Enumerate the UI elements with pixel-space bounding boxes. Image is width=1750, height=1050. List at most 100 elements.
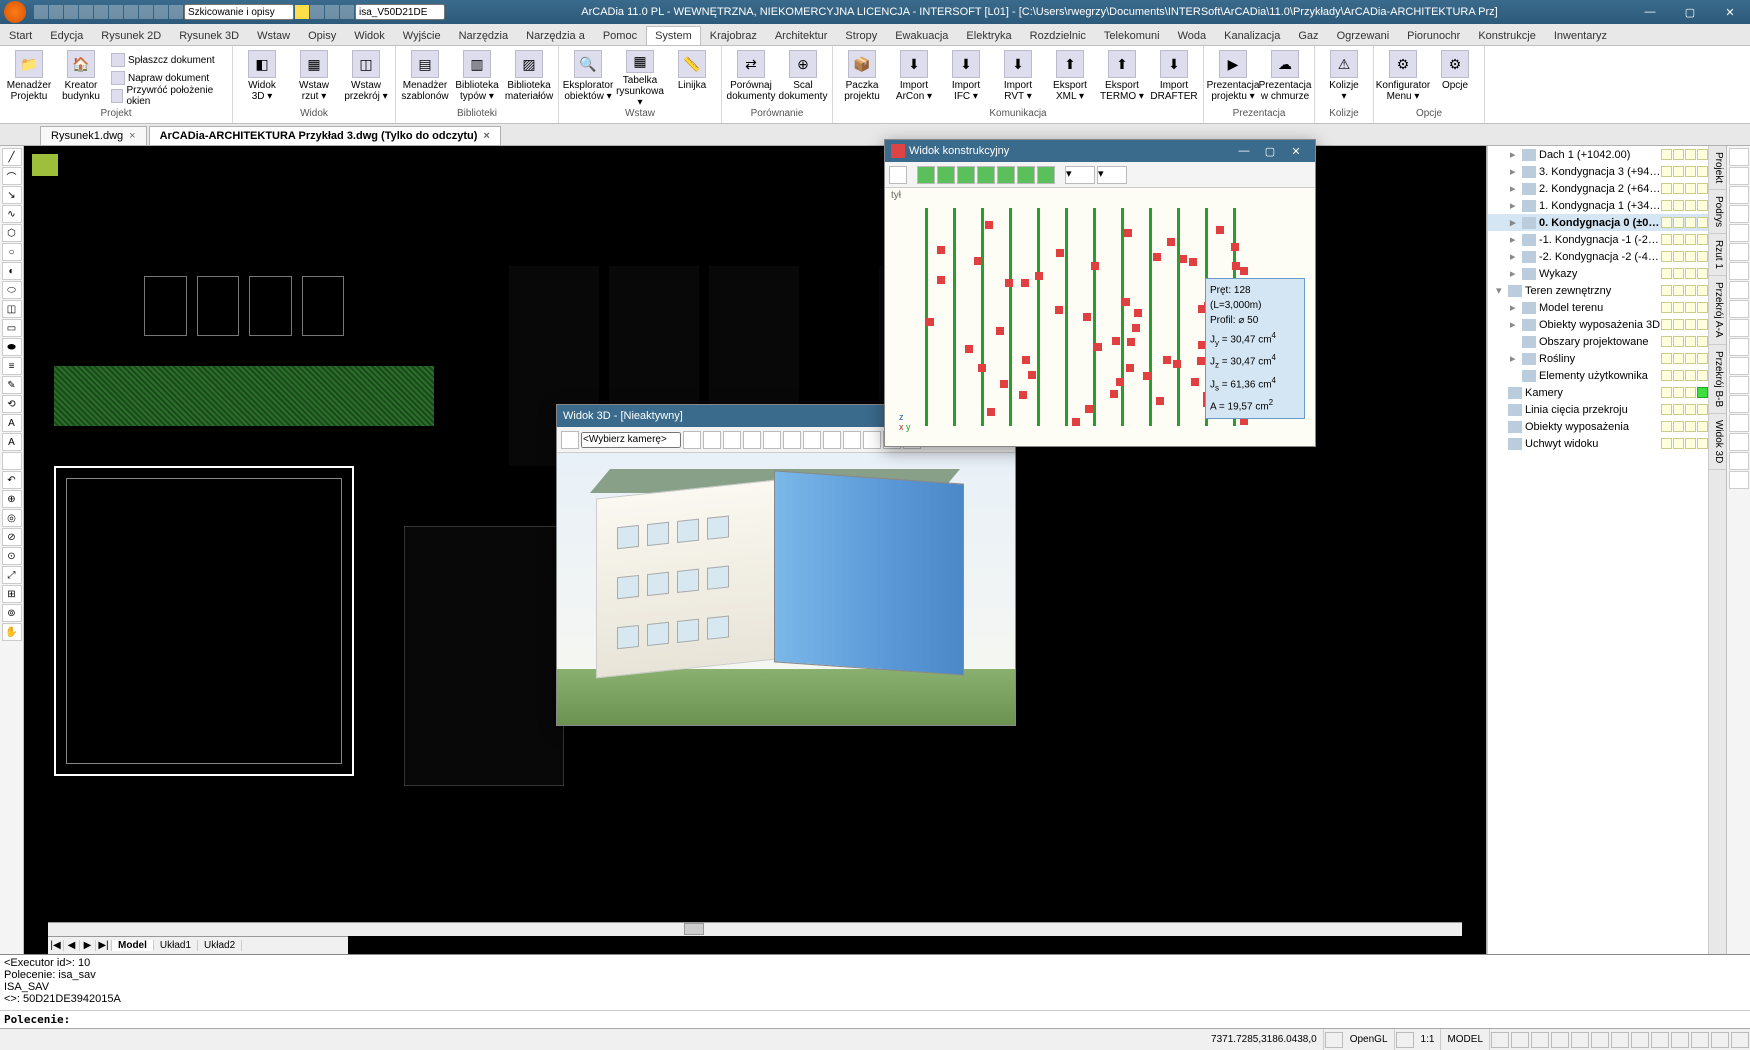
ribbon-btn-prezentacja[interactable]: ▶Prezentacjaprojektu ▾ [1208, 48, 1258, 108]
snap-tool-17[interactable] [1729, 471, 1749, 489]
bulb-icon[interactable] [1661, 217, 1672, 228]
lock-icon[interactable] [1685, 200, 1696, 211]
menu-tab-stropy[interactable]: Stropy [836, 26, 886, 45]
struct-view-front-icon[interactable] [937, 166, 955, 184]
tree-row[interactable]: Uchwyt widoku [1488, 435, 1708, 452]
freeze-icon[interactable] [1673, 404, 1684, 415]
draw-tool-20[interactable]: ⊘ [2, 528, 22, 546]
draw-tool-9[interactable]: ▭ [2, 319, 22, 337]
ribbon-btn-widok[interactable]: ◧Widok3D ▾ [237, 48, 287, 108]
freeze-icon[interactable] [1673, 285, 1684, 296]
horizontal-scrollbar[interactable] [48, 922, 1462, 936]
side-tab-widok-3d[interactable]: Widok 3D [1709, 414, 1726, 470]
tree-expand-icon[interactable]: ▸ [1510, 216, 1522, 229]
ribbon-btn-kolizje[interactable]: ⚠Kolizje▾ [1319, 48, 1369, 108]
freeze-icon[interactable] [1673, 370, 1684, 381]
tree-row[interactable]: ▸Dach 1 (+1042.00) [1488, 146, 1708, 163]
draw-tool-3[interactable]: ∿ [2, 205, 22, 223]
scrollbar-thumb[interactable] [684, 923, 704, 935]
lock-icon[interactable] [1685, 319, 1696, 330]
color-swatch[interactable] [1697, 387, 1708, 398]
snap-tool-3[interactable] [1729, 205, 1749, 223]
lock-icon[interactable] [1685, 251, 1696, 262]
tree-row[interactable]: ▾Teren zewnętrzny [1488, 282, 1708, 299]
menu-tab-edycja[interactable]: Edycja [41, 26, 92, 45]
bulb-icon[interactable] [1661, 268, 1672, 279]
draw-tool-13[interactable]: ⟲ [2, 395, 22, 413]
tree-expand-icon[interactable]: ▸ [1510, 165, 1522, 178]
lock-icon[interactable] [1685, 217, 1696, 228]
sb-scale-icon[interactable] [1396, 1032, 1414, 1048]
otrack-btn[interactable] [1591, 1032, 1609, 1048]
snap-tool-14[interactable] [1729, 414, 1749, 432]
draw-tool-8[interactable]: ◫ [2, 300, 22, 318]
maximize-button[interactable]: ▢ [1670, 0, 1710, 24]
qa-undo-icon[interactable] [94, 5, 108, 19]
draw-tool-0[interactable]: ╱ [2, 148, 22, 166]
freeze-icon[interactable] [1673, 302, 1684, 313]
lock-icon[interactable] [1685, 166, 1696, 177]
freeze-icon[interactable] [1673, 234, 1684, 245]
struct-view-iso4-icon[interactable] [1037, 166, 1055, 184]
snap-tool-12[interactable] [1729, 376, 1749, 394]
color-swatch[interactable] [1697, 234, 1708, 245]
bulb-icon[interactable] [1661, 149, 1672, 160]
layout-tab-układ2[interactable]: Układ2 [198, 940, 242, 951]
layout-nav-btn[interactable]: ▶ [80, 940, 96, 951]
v3d-btn-9[interactable] [843, 431, 861, 449]
sb-btn-12[interactable] [1711, 1032, 1729, 1048]
snap-tool-8[interactable] [1729, 300, 1749, 318]
command-input[interactable] [74, 1013, 1750, 1026]
bulb-icon[interactable] [1661, 421, 1672, 432]
ribbon-btn-import[interactable]: ⬇ImportIFC ▾ [941, 48, 991, 108]
struct-btn-1[interactable] [889, 166, 907, 184]
color-swatch[interactable] [1697, 183, 1708, 194]
menu-tab-rysunek-3d[interactable]: Rysunek 3D [170, 26, 248, 45]
draw-tool-16[interactable] [2, 452, 22, 470]
side-tab-przekrój-b-b[interactable]: Przekrój B-B [1709, 345, 1726, 414]
view-3d-viewport[interactable] [557, 453, 1015, 725]
tree-expand-icon[interactable]: ▾ [1496, 284, 1508, 297]
sb-btn-8[interactable] [1631, 1032, 1649, 1048]
color-swatch[interactable] [1697, 319, 1708, 330]
ribbon-btn-eksplorator[interactable]: 🔍Eksploratorobiektów ▾ [563, 48, 613, 108]
ribbon-btn-linijka[interactable]: 📏Linijka [667, 48, 717, 108]
lock-icon[interactable] [1685, 336, 1696, 347]
layout-nav-btn[interactable]: |◀ [48, 940, 64, 951]
tree-expand-icon[interactable]: ▸ [1510, 182, 1522, 195]
freeze-icon[interactable] [1673, 149, 1684, 160]
layout-tab-model[interactable]: Model [112, 940, 154, 951]
airplane-icon[interactable] [823, 431, 841, 449]
freeze-icon[interactable] [1673, 166, 1684, 177]
ribbon-btn-kreator[interactable]: 🏠Kreatorbudynku [56, 48, 106, 108]
snap-tool-15[interactable] [1729, 433, 1749, 451]
menu-tab-wyjście[interactable]: Wyjście [394, 26, 450, 45]
sb-btn-13[interactable] [1731, 1032, 1749, 1048]
bulb-icon[interactable] [1661, 404, 1672, 415]
struct-shade-dropdown[interactable]: ▾ [1097, 166, 1127, 184]
structural-viewport[interactable]: tył Pręt: 128 (L=3,000m) Profil: ⌀ 50 Jy… [885, 188, 1315, 446]
menu-tab-gaz[interactable]: Gaz [1289, 26, 1327, 45]
menu-tab-wstaw[interactable]: Wstaw [248, 26, 299, 45]
snap-tool-9[interactable] [1729, 319, 1749, 337]
menu-tab-krajobraz[interactable]: Krajobraz [701, 26, 766, 45]
v3d-btn-6[interactable] [783, 431, 801, 449]
bulb-icon[interactable] [1661, 319, 1672, 330]
color-swatch[interactable] [1697, 336, 1708, 347]
draw-tool-7[interactable]: ⬭ [2, 281, 22, 299]
close-tab-icon[interactable]: × [483, 130, 489, 142]
struct-view-side-icon[interactable] [957, 166, 975, 184]
lwt-btn[interactable] [1611, 1032, 1629, 1048]
draw-tool-22[interactable]: ⤢ [2, 566, 22, 584]
menu-tab-rysunek-2d[interactable]: Rysunek 2D [92, 26, 170, 45]
grid-btn[interactable] [1511, 1032, 1529, 1048]
sb-btn-1[interactable] [1325, 1032, 1343, 1048]
color-swatch[interactable] [1697, 251, 1708, 262]
bulb-icon[interactable] [1661, 302, 1672, 313]
ortho-btn[interactable] [1531, 1032, 1549, 1048]
freeze-icon[interactable] [1673, 217, 1684, 228]
ribbon-btn-wstaw[interactable]: ◫Wstawprzekrój ▾ [341, 48, 391, 108]
lock-icon[interactable] [1685, 370, 1696, 381]
snap-tool-5[interactable] [1729, 243, 1749, 261]
lock-icon[interactable] [1685, 438, 1696, 449]
